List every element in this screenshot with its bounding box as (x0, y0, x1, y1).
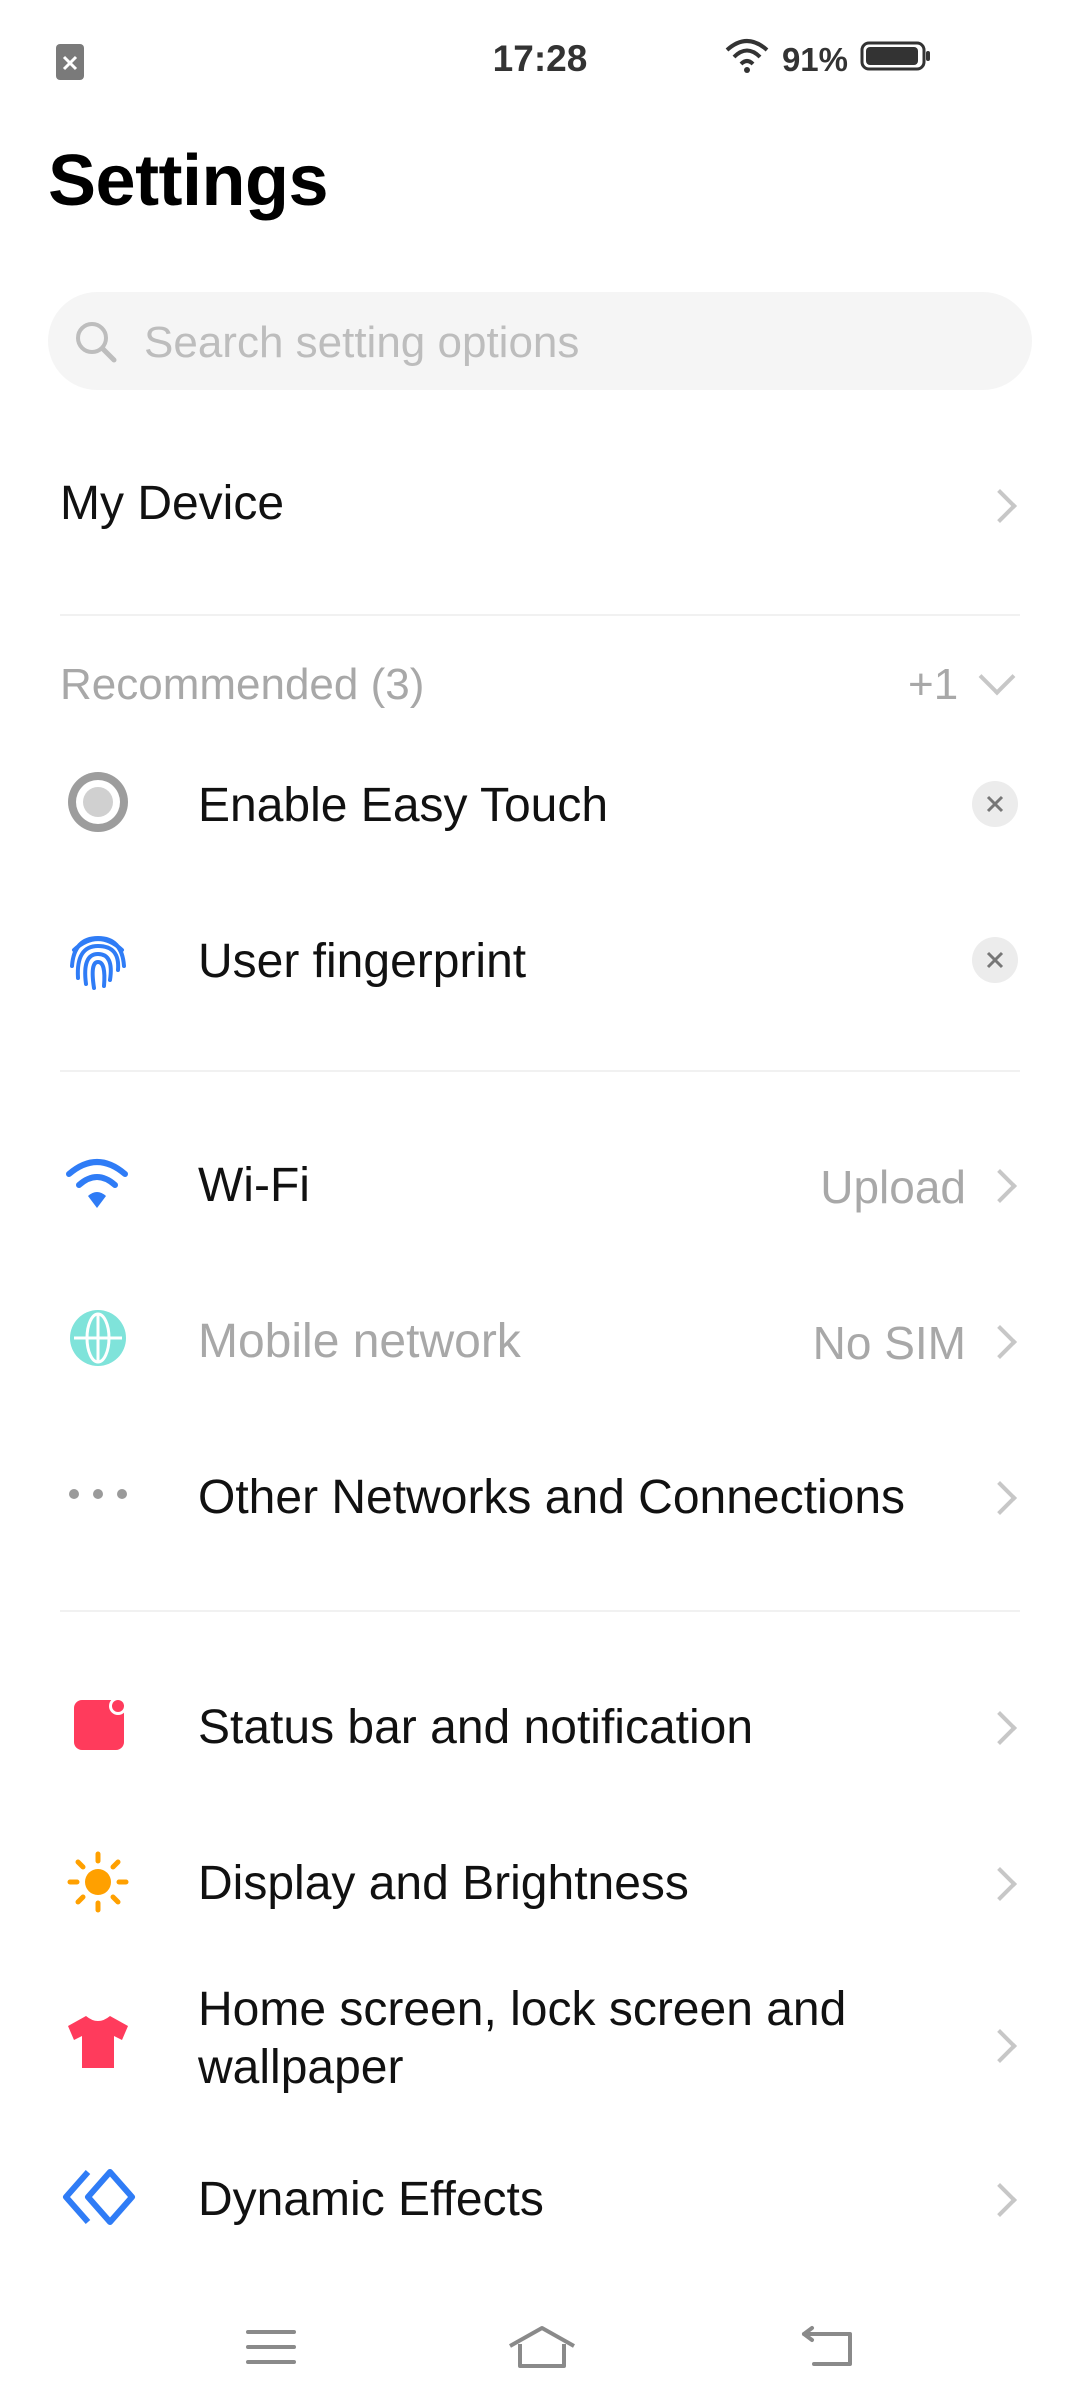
chevron-right-icon (983, 2183, 1017, 2217)
recommended-expand[interactable]: +1 (900, 658, 1030, 720)
search-icon (72, 318, 120, 371)
wifi-value: Upload (820, 1161, 966, 1213)
list-item-user-fingerprint[interactable]: User fingerprint (0, 906, 1080, 1016)
wifi-status-icon (724, 38, 770, 82)
home-icon[interactable] (506, 2324, 578, 2375)
chevron-down-icon (978, 658, 1016, 696)
chevron-right-icon (983, 1711, 1017, 1745)
user-fingerprint-label: User fingerprint (198, 935, 527, 988)
dynamic-effects-label: Dynamic Effects (198, 2173, 544, 2226)
globe-icon (68, 1308, 128, 1373)
tshirt-icon (64, 2012, 132, 2077)
fingerprint-icon (64, 926, 132, 999)
dismiss-button[interactable] (972, 937, 1018, 983)
list-item-other-networks[interactable]: Other Networks and Connections (0, 1442, 1080, 1552)
my-device-row[interactable]: My Device (0, 450, 1080, 560)
battery-percent: 91% (781, 41, 848, 78)
mobile-network-value: No SIM (812, 1317, 966, 1369)
recommended-more-count: +1 (908, 660, 959, 709)
display-brightness-label: Display and Brightness (198, 1857, 689, 1910)
recommended-header: Recommended (3) +1 (0, 658, 1080, 720)
status-right-group: 91% (724, 38, 932, 82)
list-item-mobile-network[interactable]: Mobile network No SIM (0, 1286, 1080, 1396)
notification-icon (72, 1696, 128, 1757)
back-icon[interactable] (800, 2324, 858, 2375)
more-dots-icon (66, 1486, 130, 1507)
chevron-right-icon (983, 1481, 1017, 1515)
list-item-home-lock-wallpaper[interactable]: Home screen, lock screen and wallpaper (0, 1972, 1080, 2112)
mobile-network-label: Mobile network (198, 1315, 521, 1368)
chevron-right-icon (983, 489, 1017, 523)
other-networks-label: Other Networks and Connections (198, 1471, 906, 1524)
close-icon (986, 951, 1004, 969)
navigation-bar (0, 2300, 1080, 2400)
divider (60, 614, 1020, 616)
page-title: Settings (48, 141, 329, 221)
list-item-status-bar[interactable]: Status bar and notification (0, 1672, 1080, 1782)
my-device-label: My Device (60, 477, 285, 530)
menu-icon[interactable] (244, 2326, 298, 2373)
easy-touch-icon (66, 770, 130, 839)
list-item-wifi[interactable]: Wi-Fi Upload (0, 1130, 1080, 1240)
battery-icon (860, 40, 932, 80)
list-item-display-brightness[interactable]: Display and Brightness (0, 1828, 1080, 1938)
status-bar: 17:28 91% (0, 0, 1080, 120)
chevron-right-icon (983, 2029, 1017, 2063)
search-placeholder: Search setting options (144, 318, 580, 367)
sun-icon (66, 1850, 130, 1919)
list-item-easy-touch[interactable]: Enable Easy Touch (0, 750, 1080, 860)
close-icon (986, 795, 1004, 813)
dismiss-button[interactable] (972, 781, 1018, 827)
easy-touch-label: Enable Easy Touch (198, 779, 609, 832)
wifi-icon (64, 1152, 130, 1217)
home-lock-wallpaper-label-line2: wallpaper (198, 2041, 404, 2094)
status-bar-label: Status bar and notification (198, 1701, 754, 1754)
dynamic-effects-icon (62, 2166, 136, 2233)
list-item-dynamic-effects[interactable]: Dynamic Effects (0, 2144, 1080, 2254)
divider (60, 1070, 1020, 1072)
recommended-title: Recommended (3) (60, 660, 425, 709)
divider (60, 1610, 1020, 1612)
chevron-right-icon (983, 1325, 1017, 1359)
chevron-right-icon (983, 1867, 1017, 1901)
wifi-label: Wi-Fi (198, 1159, 310, 1212)
chevron-right-icon (983, 1169, 1017, 1203)
home-lock-wallpaper-label-line1: Home screen, lock screen and (198, 1983, 847, 2036)
